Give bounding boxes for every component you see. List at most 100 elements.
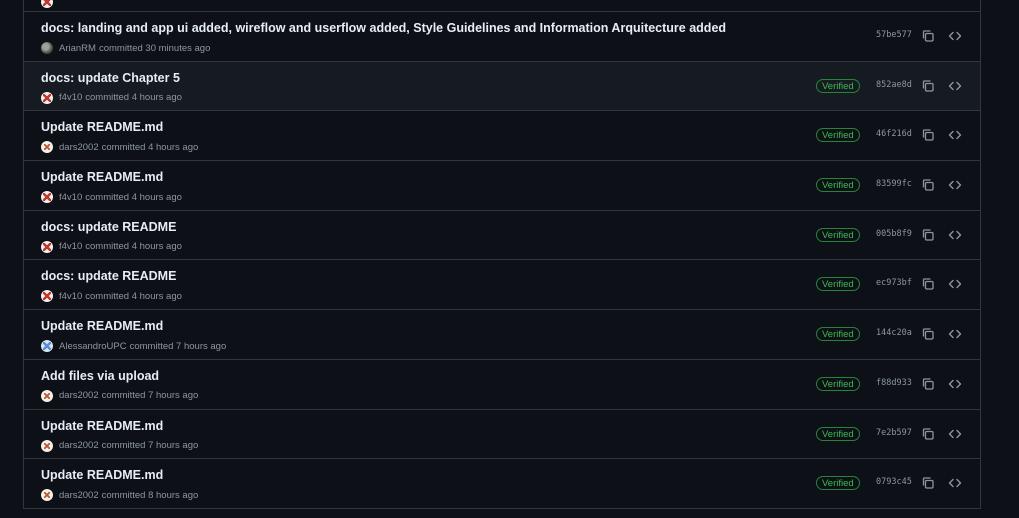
verified-badge[interactable]: Verified bbox=[816, 178, 860, 193]
commit-sha-link[interactable]: 46f216d bbox=[876, 129, 912, 139]
commit-time: committed 4 hours ago bbox=[85, 241, 182, 253]
commit-sha-link[interactable]: 144c20a bbox=[876, 328, 912, 338]
commit-time: committed 4 hours ago bbox=[101, 141, 199, 153]
commit-sha-link[interactable]: 852ae8d bbox=[876, 80, 912, 90]
copy-icon[interactable] bbox=[920, 475, 936, 491]
commit-time: committed 7 hours ago bbox=[101, 440, 199, 451]
commit-sha-link[interactable]: 57be577 bbox=[876, 30, 912, 40]
commit-time: committed 8 hours ago bbox=[101, 489, 199, 501]
commit-sha-link[interactable]: 005b8f9 bbox=[876, 229, 912, 239]
verified-badge[interactable]: Verified bbox=[816, 78, 860, 93]
avatar[interactable] bbox=[41, 240, 53, 253]
commit-meta bbox=[41, 0, 59, 8]
commit-title-link[interactable]: Update README.md bbox=[41, 319, 163, 333]
commit-title-link[interactable]: Update README.md bbox=[41, 468, 163, 482]
commit-meta: f4v10 committed 4 hours ago bbox=[41, 240, 182, 253]
avatar[interactable] bbox=[41, 290, 53, 303]
commit-author-link[interactable]: f4v10 bbox=[59, 92, 82, 103]
copy-icon[interactable] bbox=[920, 78, 936, 94]
verified-badge[interactable]: Verified bbox=[816, 128, 860, 143]
copy-icon[interactable] bbox=[920, 28, 936, 44]
commit-title-link[interactable]: Update README.md bbox=[41, 419, 163, 433]
verified-badge[interactable]: Verified bbox=[816, 426, 860, 441]
commit-author-link[interactable]: f4v10 bbox=[59, 192, 82, 203]
copy-icon[interactable] bbox=[920, 177, 936, 193]
commit-meta: dars2002 committed 4 hours ago bbox=[41, 141, 199, 154]
commit-row[interactable] bbox=[24, 0, 980, 12]
commit-row[interactable]: docs: update README f4v10 committed 4 hour… bbox=[24, 260, 980, 311]
verified-badge[interactable]: Verified bbox=[816, 277, 860, 292]
avatar[interactable] bbox=[41, 0, 53, 8]
avatar[interactable] bbox=[41, 489, 53, 502]
commit-sha-link[interactable]: 7e2b597 bbox=[876, 428, 912, 438]
commit-time: committed 7 hours ago bbox=[129, 340, 227, 352]
commit-title-link[interactable]: Update README.md bbox=[41, 120, 163, 134]
commit-row[interactable]: Update README.md dars2002 committed 4 hour… bbox=[24, 111, 980, 162]
copy-icon[interactable] bbox=[920, 276, 936, 292]
commit-author-link[interactable]: dars2002 bbox=[59, 490, 99, 501]
commit-sha-link[interactable]: ec973bf bbox=[876, 278, 912, 288]
commit-row[interactable]: Update README.md f4v10 committed 4 hours a… bbox=[24, 161, 980, 211]
commit-row[interactable]: Update README.md AlessandroUPC committed 7… bbox=[24, 310, 980, 360]
commit-sha-link[interactable]: f88d933 bbox=[876, 378, 912, 388]
commit-meta: AlessandroUPC committed 7 hours ago bbox=[41, 340, 227, 353]
commit-time: committed 4 hours ago bbox=[85, 92, 182, 104]
avatar[interactable] bbox=[41, 42, 53, 54]
commit-row[interactable]: Update README.md dars2002 committed 7 hour… bbox=[24, 409, 980, 460]
commit-author-link[interactable]: f4v10 bbox=[59, 241, 82, 252]
copy-icon[interactable] bbox=[920, 426, 936, 442]
commit-author-link[interactable]: AlessandroUPC bbox=[59, 341, 127, 352]
verified-badge[interactable]: Verified bbox=[816, 227, 860, 242]
code-icon[interactable] bbox=[947, 475, 963, 491]
verified-badge[interactable]: Verified bbox=[816, 476, 860, 491]
commit-meta: f4v10 committed 4 hours ago bbox=[41, 91, 182, 104]
commit-title-link[interactable]: docs: landing and app ui added, wireflow… bbox=[41, 21, 726, 35]
code-icon[interactable] bbox=[947, 28, 963, 44]
commit-time: committed 7 hours ago bbox=[101, 390, 199, 402]
commit-time: committed 4 hours ago bbox=[85, 191, 182, 203]
commit-title-link[interactable]: docs: update README bbox=[41, 220, 176, 234]
commit-row[interactable]: Add files via upload dars2002 committed 7 … bbox=[24, 359, 980, 410]
commit-row[interactable]: docs: update README f4v10 committed 4 hour… bbox=[24, 210, 980, 261]
commit-time: committed 4 hours ago bbox=[85, 290, 182, 302]
commit-time: committed 30 minutes ago bbox=[98, 42, 211, 54]
avatar[interactable] bbox=[41, 91, 53, 104]
commit-meta: ArianRM committed 30 minutes ago bbox=[41, 42, 210, 54]
code-icon[interactable] bbox=[947, 227, 963, 243]
avatar[interactable] bbox=[41, 389, 53, 402]
code-icon[interactable] bbox=[947, 426, 963, 442]
copy-icon[interactable] bbox=[920, 227, 936, 243]
avatar[interactable] bbox=[41, 191, 53, 204]
copy-icon[interactable] bbox=[920, 376, 936, 392]
code-icon[interactable] bbox=[947, 376, 963, 392]
commit-meta: f4v10 committed 4 hours ago bbox=[41, 191, 182, 204]
commit-title-link[interactable]: docs: update README bbox=[41, 269, 176, 283]
commit-sha-link[interactable]: 83599fc bbox=[876, 179, 912, 189]
avatar[interactable] bbox=[41, 439, 53, 452]
commit-title-link[interactable]: Add files via upload bbox=[41, 369, 159, 383]
copy-icon[interactable] bbox=[920, 127, 936, 143]
commit-list: docs: landing and app ui added, wireflow… bbox=[23, 0, 981, 509]
commit-title-link[interactable]: docs: update Chapter 5 bbox=[41, 71, 180, 85]
code-icon[interactable] bbox=[947, 326, 963, 342]
copy-icon[interactable] bbox=[920, 326, 936, 342]
code-icon[interactable] bbox=[947, 276, 963, 292]
avatar[interactable] bbox=[41, 141, 53, 154]
commit-row[interactable]: docs: update Chapter 5 f4v10 committed 4 h… bbox=[24, 61, 980, 112]
verified-badge[interactable]: Verified bbox=[816, 327, 860, 342]
commit-title-link[interactable]: Update README.md bbox=[41, 170, 163, 184]
verified-badge[interactable]: Verified bbox=[816, 376, 860, 391]
avatar[interactable] bbox=[41, 340, 53, 353]
commit-author-link[interactable]: ArianRM bbox=[59, 43, 96, 54]
commit-sha-link[interactable]: 0793c45 bbox=[876, 477, 912, 487]
commit-meta: dars2002 committed 7 hours ago bbox=[41, 439, 199, 452]
commit-author-link[interactable]: dars2002 bbox=[59, 142, 99, 153]
commit-author-link[interactable]: f4v10 bbox=[59, 291, 82, 302]
commit-author-link[interactable]: dars2002 bbox=[59, 440, 99, 451]
code-icon[interactable] bbox=[947, 177, 963, 193]
commit-row[interactable]: docs: landing and app ui added, wireflow… bbox=[24, 12, 980, 62]
code-icon[interactable] bbox=[947, 78, 963, 94]
commit-row[interactable]: Update README.md dars2002 committed 8 hour… bbox=[24, 459, 980, 509]
commit-author-link[interactable]: dars2002 bbox=[59, 390, 99, 401]
code-icon[interactable] bbox=[947, 127, 963, 143]
